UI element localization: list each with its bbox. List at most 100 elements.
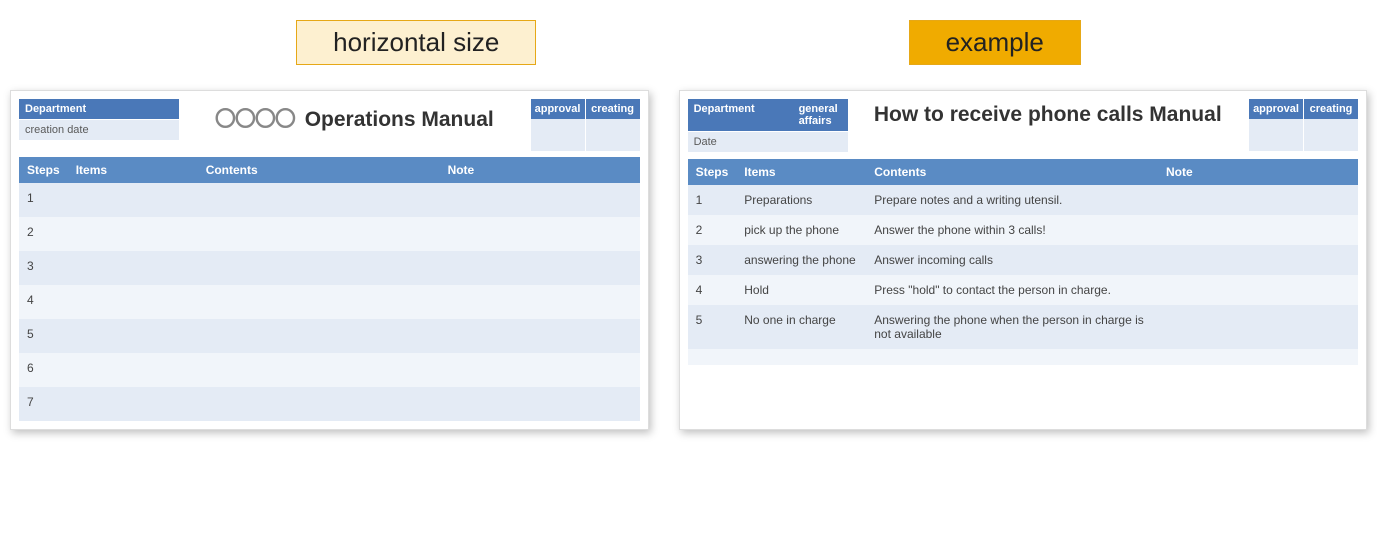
cards-container: Department creation date 〇〇〇〇 Operations… <box>10 90 1367 430</box>
cell-items <box>68 319 198 353</box>
cell-note <box>440 217 640 251</box>
table-row: 1PreparationsPrepare notes and a writing… <box>688 185 1358 215</box>
cell-items <box>736 349 866 365</box>
cell-contents: Prepare notes and a writing utensil. <box>866 185 1158 215</box>
cell-contents: Answer incoming calls <box>866 245 1158 275</box>
cell-note <box>1158 349 1358 365</box>
example-col-contents: Contents <box>866 159 1158 185</box>
template-department-value <box>124 99 179 120</box>
cell-step: 2 <box>688 215 737 245</box>
table-row: 2pick up the phoneAnswer the phone withi… <box>688 215 1358 245</box>
example-department-label: Department <box>688 99 793 132</box>
table-row: 4HoldPress "hold" to contact the person … <box>688 275 1358 305</box>
example-card: Department general affairs Date How to r… <box>679 90 1367 430</box>
template-table: Steps Items Contents Note 1234567 <box>19 157 640 421</box>
template-approval-cell-2 <box>585 119 640 151</box>
table-row: 5 <box>19 319 640 353</box>
cell-items: Preparations <box>736 185 866 215</box>
cell-note <box>440 251 640 285</box>
template-date-value <box>124 120 179 141</box>
cell-note <box>440 285 640 319</box>
cell-items: pick up the phone <box>736 215 866 245</box>
example-title: How to receive phone calls Manual <box>874 103 1222 127</box>
label-example: example <box>909 20 1081 65</box>
template-title: Operations Manual <box>305 108 494 131</box>
table-row: 4 <box>19 285 640 319</box>
cell-step: 3 <box>688 245 737 275</box>
template-title-area: 〇〇〇〇 Operations Manual <box>179 99 530 137</box>
cell-note <box>440 183 640 217</box>
cell-contents <box>198 251 440 285</box>
example-approval-cell-2 <box>1303 119 1358 151</box>
table-row <box>688 349 1358 365</box>
table-row: 7 <box>19 387 640 421</box>
example-title-area: How to receive phone calls Manual <box>848 99 1248 131</box>
example-col-steps: Steps <box>688 159 737 185</box>
cell-step: 7 <box>19 387 68 421</box>
example-tbody: 1PreparationsPrepare notes and a writing… <box>688 185 1358 365</box>
cell-step: 1 <box>688 185 737 215</box>
template-col-note: Note <box>440 157 640 183</box>
cell-items <box>68 353 198 387</box>
template-approval-head-2: creating <box>585 99 640 119</box>
cell-contents: Answering the phone when the person in c… <box>866 305 1158 349</box>
example-approval-cell-1 <box>1248 119 1303 151</box>
template-col-contents: Contents <box>198 157 440 183</box>
cell-contents <box>198 217 440 251</box>
cell-items: Hold <box>736 275 866 305</box>
cell-note <box>1158 305 1358 349</box>
example-department-value: general affairs <box>793 99 848 132</box>
template-title-prefix: 〇〇〇〇 <box>215 108 295 131</box>
cell-step: 6 <box>19 353 68 387</box>
table-row: 1 <box>19 183 640 217</box>
cell-note <box>440 353 640 387</box>
cell-contents <box>198 285 440 319</box>
template-card: Department creation date 〇〇〇〇 Operations… <box>10 90 649 430</box>
cell-contents <box>198 183 440 217</box>
template-col-steps: Steps <box>19 157 68 183</box>
example-date-value <box>793 132 848 153</box>
cell-step: 3 <box>19 251 68 285</box>
table-row: 3answering the phoneAnswer incoming call… <box>688 245 1358 275</box>
template-header: Department creation date 〇〇〇〇 Operations… <box>19 99 640 151</box>
cell-step <box>688 349 737 365</box>
template-approval-cell-1 <box>530 119 585 151</box>
cell-step: 4 <box>688 275 737 305</box>
cell-items <box>68 217 198 251</box>
example-col-note: Note <box>1158 159 1358 185</box>
example-meta: Department general affairs Date <box>688 99 848 153</box>
cell-step: 4 <box>19 285 68 319</box>
cell-items: No one in charge <box>736 305 866 349</box>
template-date-label: creation date <box>19 120 124 141</box>
template-approval-box: approval creating <box>530 99 640 151</box>
top-labels: horizontal size example <box>10 20 1367 65</box>
cell-contents <box>198 319 440 353</box>
example-table: Steps Items Contents Note 1PreparationsP… <box>688 159 1358 365</box>
example-approval-box: approval creating <box>1248 99 1358 151</box>
template-tbody: 1234567 <box>19 183 640 421</box>
cell-items <box>68 387 198 421</box>
template-meta: Department creation date <box>19 99 179 141</box>
cell-step: 5 <box>688 305 737 349</box>
cell-items: answering the phone <box>736 245 866 275</box>
example-date-label: Date <box>688 132 793 153</box>
cell-note <box>1158 275 1358 305</box>
cell-items <box>68 251 198 285</box>
table-row: 6 <box>19 353 640 387</box>
table-row: 2 <box>19 217 640 251</box>
label-horizontal-size: horizontal size <box>296 20 536 65</box>
cell-note <box>1158 245 1358 275</box>
cell-items <box>68 183 198 217</box>
template-approval-head-1: approval <box>530 99 585 119</box>
example-col-items: Items <box>736 159 866 185</box>
example-approval-head-1: approval <box>1248 99 1303 119</box>
cell-contents: Press "hold" to contact the person in ch… <box>866 275 1158 305</box>
cell-note <box>1158 215 1358 245</box>
cell-contents <box>198 353 440 387</box>
cell-contents: Answer the phone within 3 calls! <box>866 215 1158 245</box>
cell-contents <box>866 349 1158 365</box>
cell-step: 1 <box>19 183 68 217</box>
cell-note <box>440 387 640 421</box>
cell-note <box>1158 185 1358 215</box>
example-approval-head-2: creating <box>1303 99 1358 119</box>
